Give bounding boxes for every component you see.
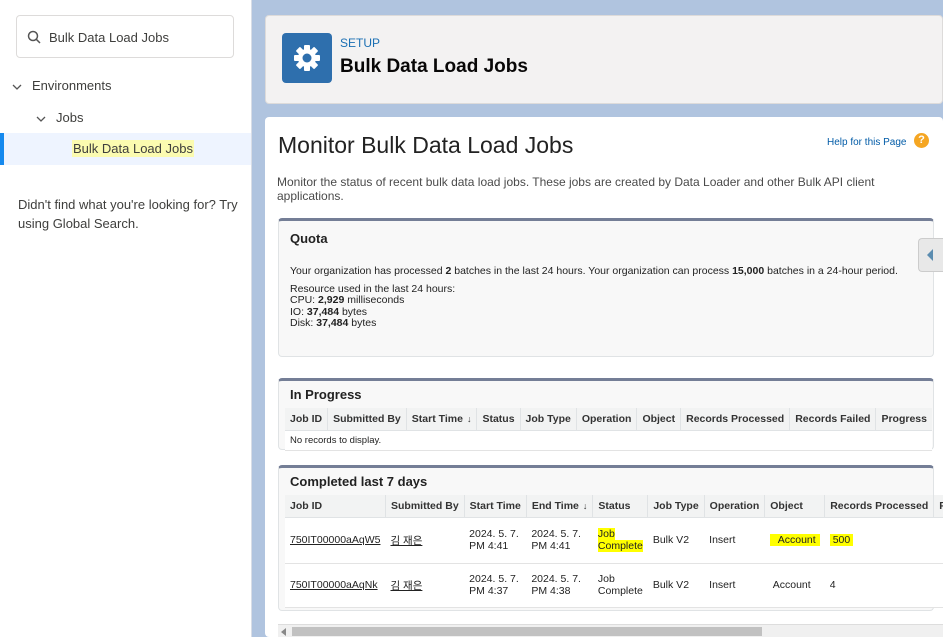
column-header[interactable]: Status (592, 495, 648, 518)
column-header[interactable]: Operation (703, 495, 765, 518)
end-time: 2024. 5. 7. PM 4:38 (526, 563, 593, 608)
column-header[interactable]: Rec (933, 495, 943, 518)
operation: Insert (704, 517, 765, 564)
not-found-help-text: Didn't find what you're looking for? Try… (18, 197, 238, 231)
header-eyebrow: SETUP (340, 36, 381, 50)
end-time: 2024. 5. 7. PM 4:41 (526, 517, 593, 564)
column-header[interactable]: Job Type (519, 408, 577, 431)
scrollbar-thumb[interactable] (292, 627, 762, 636)
quota-body: Your organization has processed 2 batche… (290, 265, 898, 329)
records-processed: 4 (824, 563, 934, 608)
start-time: 2024. 5. 7. PM 4:37 (464, 563, 527, 608)
tree-item-jobs[interactable]: Jobs (56, 103, 83, 133)
search-icon (27, 30, 41, 44)
quota-title: Quota (290, 231, 328, 246)
column-header[interactable]: End Time ↓ (525, 495, 593, 518)
records-failed: 0 (933, 517, 943, 564)
column-header[interactable]: Job ID (285, 408, 328, 431)
in-progress-table: Job ID Submitted By Start Time ↓ Status J… (285, 408, 932, 451)
object-text: Account (764, 563, 825, 608)
operation: Insert (704, 563, 765, 608)
status-text: Job Complete (597, 528, 643, 552)
content-title: Monitor Bulk Data Load Jobs (278, 132, 574, 158)
tree-item-label: Bulk Data Load Jobs (72, 140, 194, 157)
status-text: Job Complete (592, 563, 648, 608)
in-progress-panel: In Progress Job ID Submitted By Start Ti… (278, 378, 934, 451)
table-row: 750IT00000aAqW5 김 재은 2024. 5. 7. PM 4:41… (285, 517, 943, 564)
submitted-by-link[interactable]: 김 재은 (390, 580, 422, 592)
completed-title: Completed last 7 days (290, 474, 428, 489)
page-description: Monitor the status of recent bulk data l… (277, 175, 875, 203)
column-header[interactable]: Object (636, 408, 681, 431)
job-type: Bulk V2 (647, 563, 705, 608)
records-processed-cell: 500 (824, 517, 934, 564)
tree-item-bulk-data-load-jobs[interactable]: Bulk Data Load Jobs (0, 133, 251, 165)
column-header[interactable]: Operation (575, 408, 637, 431)
horizontal-scrollbar[interactable] (278, 624, 943, 637)
column-header[interactable]: Submitted By (327, 408, 407, 431)
job-id-link[interactable]: 750IT00000aAqNk (290, 579, 378, 591)
tree-item-environments[interactable]: Environments (32, 71, 111, 101)
in-progress-title: In Progress (290, 387, 362, 402)
column-header[interactable]: Records Failed (789, 408, 876, 431)
column-header[interactable]: Job Type (647, 495, 705, 518)
column-header[interactable]: Start Time (463, 495, 527, 518)
column-header[interactable]: Start Time ↓ (405, 408, 477, 431)
job-type: Bulk V2 (647, 517, 705, 564)
scroll-left-arrow-icon[interactable] (281, 628, 286, 636)
column-header[interactable]: Progress (875, 408, 932, 431)
status-cell: Job Complete (592, 517, 648, 564)
page-header: SETUP Bulk Data Load Jobs (265, 15, 943, 104)
column-header[interactable]: Records Processed (824, 495, 934, 518)
object-cell: Account (764, 517, 825, 564)
column-header[interactable]: Job ID (285, 495, 386, 518)
main-content: Monitor Bulk Data Load Jobs Help for thi… (265, 117, 943, 637)
chevron-down-icon[interactable] (11, 81, 23, 93)
quota-panel: Quota Your organization has processed 2 … (278, 218, 934, 357)
records-failed: 0 (933, 563, 943, 608)
sort-arrow-icon: ↓ (466, 413, 472, 424)
submitted-by-link[interactable]: 김 재은 (390, 535, 422, 547)
chevron-down-icon[interactable] (35, 113, 47, 125)
table-row: 750IT00000aAqNk 김 재은 2024. 5. 7. PM 4:37… (285, 563, 943, 608)
quick-find-input[interactable] (49, 26, 229, 48)
completed-panel: Completed last 7 days Job ID Submitted B… (278, 465, 943, 611)
collapse-panel-tab[interactable] (918, 238, 943, 272)
gear-icon (282, 33, 332, 83)
help-icon[interactable]: ? (914, 133, 929, 148)
setup-sidebar: Environments Jobs Bulk Data Load Jobs Di… (0, 0, 252, 637)
column-header[interactable]: Records Processed (680, 408, 790, 431)
quick-find-search[interactable] (16, 15, 234, 58)
records-processed: 500 (829, 534, 854, 546)
object-text: Account (769, 534, 820, 546)
start-time: 2024. 5. 7. PM 4:41 (464, 517, 527, 564)
help-for-page-link[interactable]: Help for this Page (827, 137, 907, 148)
completed-table: Job ID Submitted By Start Time End Time ↓… (285, 495, 943, 608)
page-title: Bulk Data Load Jobs (340, 56, 528, 77)
column-header[interactable]: Submitted By (384, 495, 465, 518)
column-header[interactable]: Object (764, 495, 825, 518)
job-id-link[interactable]: 750IT00000aAqW5 (290, 534, 380, 546)
sort-arrow-icon: ↓ (582, 500, 588, 511)
empty-message: No records to display. (285, 430, 932, 451)
column-header[interactable]: Status (476, 408, 521, 431)
